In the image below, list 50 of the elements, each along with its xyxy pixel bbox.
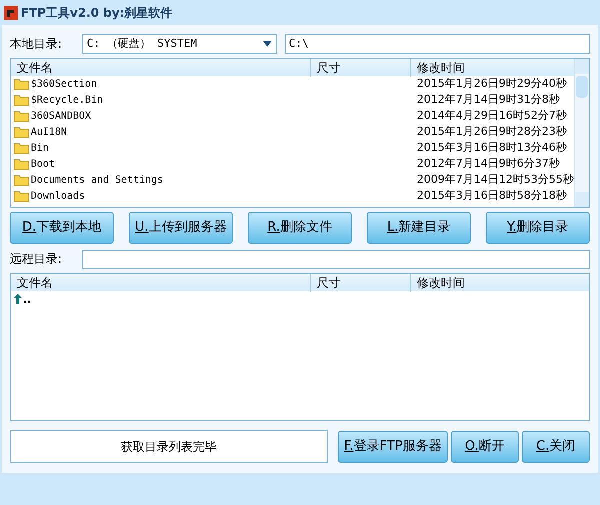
remote-directory-label: 远程目录:	[10, 251, 64, 268]
action-button[interactable]: R.删除文件	[248, 212, 352, 244]
file-modified-time: 2015年3月16日8时13分46秒	[416, 140, 568, 156]
dropdown-arrow-icon	[263, 41, 272, 47]
column-header[interactable]: 修改时间	[411, 274, 589, 292]
file-name[interactable]: ..	[23, 294, 32, 304]
folder-icon	[14, 158, 29, 170]
up-arrow-icon	[14, 294, 22, 304]
column-header[interactable]: 修改时间	[411, 58, 574, 76]
action-button[interactable]: L.新建目录	[367, 212, 471, 244]
file-modified-time: 2009年7月14日12时53分55秒	[416, 172, 574, 188]
file-name[interactable]: Downloads	[31, 188, 86, 204]
file-name[interactable]: $360Section	[31, 76, 98, 92]
action-button[interactable]: F.登录FTP服务器	[338, 430, 448, 462]
folder-icon	[14, 78, 29, 90]
column-header[interactable]: 尺寸	[311, 274, 411, 292]
file-name[interactable]: $Recycle.Bin	[31, 92, 104, 108]
file-name[interactable]: Bin	[31, 140, 50, 156]
file-modified-time: 2012年7月14日9时31分8秒	[416, 92, 561, 108]
file-name[interactable]: Documents and Settings	[31, 172, 164, 188]
file-name[interactable]: 360SANDBOX	[31, 108, 92, 124]
app-icon	[4, 6, 18, 20]
window-title: FTP工具v2.0 by:刹星软件	[21, 4, 173, 22]
folder-icon	[14, 126, 29, 138]
column-header[interactable]: 文件名	[11, 58, 311, 76]
column-header[interactable]: 尺寸	[311, 58, 411, 76]
folder-icon	[14, 142, 29, 154]
scrollbar[interactable]	[574, 59, 589, 207]
action-button[interactable]: O.断开	[451, 430, 519, 462]
remote-path-field[interactable]	[82, 250, 590, 268]
local-path-field[interactable]: C:\	[285, 34, 590, 54]
local-directory-label: 本地目录:	[10, 36, 64, 53]
file-name[interactable]: AuI18N	[31, 124, 68, 140]
file-modified-time: 2015年3月16日8时58分18秒	[416, 188, 568, 204]
file-name[interactable]: Boot	[31, 156, 56, 172]
action-button[interactable]: C.关闭	[522, 430, 590, 462]
folder-icon	[14, 174, 29, 186]
action-button[interactable]: D.下载到本地	[10, 212, 114, 244]
action-button[interactable]: U.上传到服务器	[129, 212, 233, 244]
file-modified-time: 2012年7月14日9时6分37秒	[416, 156, 561, 172]
folder-icon	[14, 110, 29, 122]
folder-icon	[14, 190, 29, 202]
action-button[interactable]: Y.删除目录	[486, 212, 590, 244]
status-message: 获取目录列表完毕	[10, 430, 328, 463]
file-modified-time: 2015年1月26日9时29分40秒	[416, 76, 568, 92]
file-modified-time: 2014年4月29日16时52分7秒	[416, 108, 568, 124]
drive-dropdown[interactable]: C: （硬盘） SYSTEM	[82, 34, 277, 54]
column-header[interactable]: 文件名	[11, 274, 311, 292]
folder-icon	[14, 94, 29, 106]
file-modified-time: 2015年1月26日9时28分23秒	[416, 124, 568, 140]
